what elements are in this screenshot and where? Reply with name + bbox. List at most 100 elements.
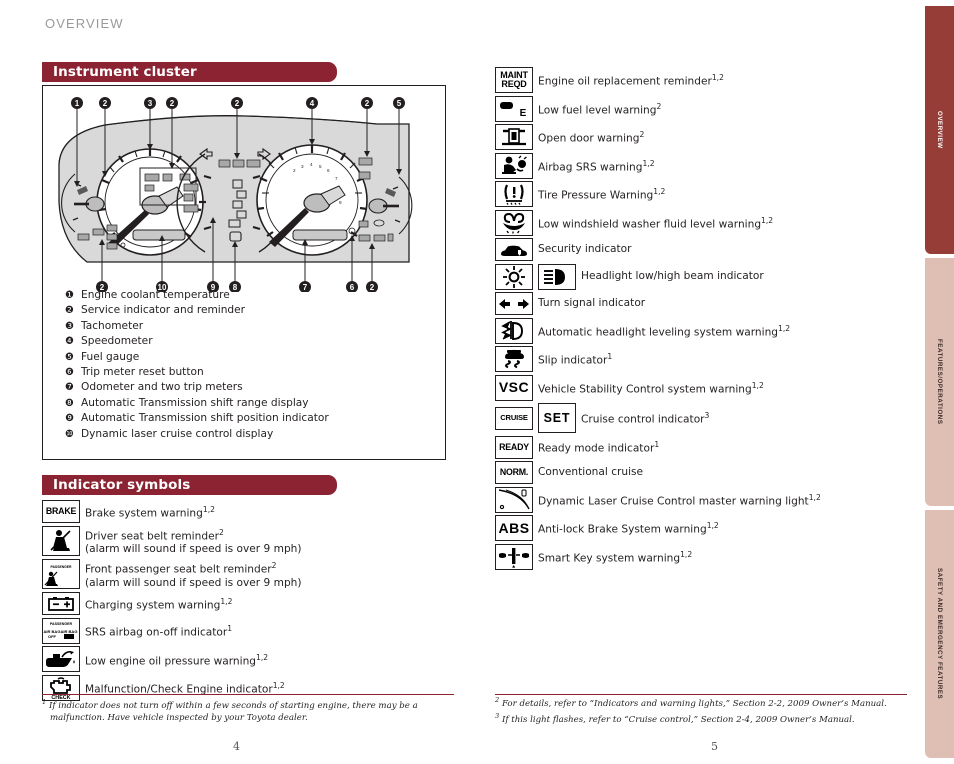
- legend-item: ❷ Service indicator and reminder: [65, 303, 329, 318]
- maint-reqd-icon-text: MAINT REQD: [500, 69, 528, 89]
- indicator-label: Brake system warning1,2: [85, 503, 215, 521]
- indicator-label: Engine oil replacement reminder1,2: [538, 71, 724, 89]
- svg-text:2: 2: [235, 99, 240, 108]
- indicator-footnote-ref: 1,2: [778, 323, 791, 333]
- abs-warning-icon: ABS: [495, 515, 533, 541]
- indicator-footnote-ref: 2: [218, 527, 224, 537]
- legend-text: Automatic Transmission shift range displ…: [81, 396, 309, 409]
- indicator-row: Dynamic Laser Cruise Control master warn…: [495, 486, 915, 513]
- indicator-label-text: Conventional cruise: [538, 465, 644, 478]
- indicator-label: Conventional cruise: [538, 466, 643, 479]
- maint-reqd-icon: MAINT REQD: [495, 67, 533, 93]
- indicator-footnote-ref: 1: [227, 624, 233, 633]
- indicator-footnote-ref: 1,2: [202, 504, 215, 514]
- svg-text:OFF: OFF: [48, 634, 57, 639]
- indicator-row: Low windshield washer fluid level warnin…: [495, 209, 915, 236]
- low-engine-oil-pressure-icon: [42, 646, 80, 673]
- right-page-column: MAINT REQD Engine oil replacement reminde…: [495, 62, 915, 572]
- smart-key-warning-icon: [495, 543, 533, 570]
- svg-text:2: 2: [370, 283, 375, 292]
- legend-item: ❻ Trip meter reset button: [65, 365, 329, 380]
- set-icon-text: SET: [543, 410, 571, 425]
- indicator-label-text: Slip indicator: [538, 354, 608, 367]
- indicator-row: Headlight low/high beam indicator: [495, 263, 915, 290]
- security-indicator-icon: [495, 238, 533, 261]
- indicator-label-note: (alarm will sound if speed is over 9 mph…: [85, 576, 302, 589]
- svg-text:6: 6: [350, 283, 355, 292]
- indicator-row: Tire Pressure Warning1,2: [495, 181, 915, 207]
- indicator-label-text: Low engine oil pressure warning: [85, 655, 257, 668]
- svg-text:PASSENGER: PASSENGER: [50, 622, 73, 626]
- indicator-label-note: (alarm will sound if speed is over 9 mph…: [85, 543, 302, 556]
- indicator-row: Slip indicator1: [495, 346, 915, 372]
- abs-icon-text: ABS: [498, 519, 530, 536]
- legend-item: ❹ Speedometer: [65, 334, 329, 349]
- indicator-row: E Low fuel level warning2: [495, 95, 915, 122]
- indicator-row: VSC Vehicle Stability Control system war…: [495, 374, 915, 401]
- indicator-label-text: Tire Pressure Warning: [538, 189, 654, 202]
- tire-pressure-warning-icon: [495, 181, 533, 207]
- svg-text:3: 3: [301, 164, 304, 169]
- indicator-row: ABS Anti-lock Brake System warning1,2: [495, 515, 915, 541]
- running-head: OVERVIEW: [45, 16, 124, 31]
- srs-airbag-on-off-icon: PASSENGER AIR BAG OFF AIR BAG: [42, 617, 80, 644]
- footnote-text: For details, refer to “Indicators and wa…: [501, 698, 887, 709]
- footnote-left: 1 If indicator does not turn off within …: [42, 696, 462, 725]
- page-number-left: 4: [233, 740, 240, 753]
- svg-text:2: 2: [293, 168, 296, 173]
- indicator-label: Front passenger seat belt reminder2 (ala…: [85, 559, 302, 590]
- indicator-label: Anti-lock Brake System warning1,2: [538, 519, 719, 537]
- legend-number: ❷: [65, 305, 74, 317]
- legend-text: Fuel gauge: [81, 350, 140, 363]
- footnote-right: 2 For details, refer to “Indicators and …: [495, 694, 915, 727]
- svg-text:E: E: [520, 108, 527, 119]
- indicator-footnote-ref: 2: [639, 130, 645, 140]
- side-tab-safety-emergency-features[interactable]: SAFETY AND EMERGENCY FEATURES: [925, 510, 954, 758]
- indicator-label-text: Airbag SRS warning: [538, 161, 643, 174]
- indicator-footnote-ref: 1,2: [680, 549, 693, 559]
- indicator-footnote-ref: 1,2: [711, 73, 724, 83]
- indicator-footnote-ref: 1: [607, 352, 613, 362]
- slip-indicator-icon: [495, 346, 533, 372]
- section-banner-instrument-cluster: Instrument cluster: [42, 62, 337, 82]
- indicator-row: Security indicator: [495, 238, 915, 261]
- indicator-label-text: Engine oil replacement reminder: [538, 75, 712, 88]
- indicator-label-text: Cruise control indicator: [581, 413, 705, 426]
- indicator-label: Ready mode indicator1: [538, 438, 659, 456]
- conventional-cruise-icon: NORM.: [495, 461, 533, 484]
- indicator-label-text: Ready mode indicator: [538, 442, 655, 455]
- indicator-footnote-ref: 1,2: [751, 380, 764, 390]
- indicator-row: MAINT REQD Engine oil replacement reminde…: [495, 67, 915, 93]
- indicator-label: Tire Pressure Warning1,2: [538, 185, 665, 203]
- cruise-indicator-icon: CRUISE: [495, 406, 533, 430]
- side-tab-features-operations[interactable]: FEATURES/OPERATIONS: [925, 258, 954, 506]
- headlight-low-beam-icon: [495, 263, 533, 290]
- svg-text:2: 2: [103, 99, 108, 108]
- indicator-label: Charging system warning1,2: [85, 595, 232, 613]
- indicator-footnote-ref: 1,2: [642, 158, 655, 168]
- indicator-label-text: Front passenger seat belt reminder: [85, 563, 272, 576]
- legend-item: ❿ Dynamic laser cruise control display: [65, 427, 329, 442]
- section-tab-rail: OVERVIEW FEATURES/OPERATIONS SAFETY AND …: [915, 0, 954, 764]
- indicator-footnote-ref: 1,2: [706, 521, 719, 531]
- indicator-footnote-ref: 1,2: [256, 652, 269, 662]
- side-tab-overview[interactable]: OVERVIEW: [925, 6, 954, 254]
- section-banner-indicator-symbols: Indicator symbols: [42, 475, 337, 495]
- footnote-text: If this light flashes, refer to “Cruise …: [501, 715, 855, 726]
- svg-text:2: 2: [365, 99, 370, 108]
- legend-number: ❺: [65, 351, 74, 363]
- legend-text: Dynamic laser cruise control display: [81, 427, 274, 440]
- indicator-row: PASSENGER Front passenger seat belt remi…: [42, 559, 454, 590]
- legend-text: Odometer and two trip meters: [81, 381, 243, 394]
- indicator-row: Charging system warning1,2: [42, 592, 454, 616]
- legend-number: ❹: [65, 336, 74, 348]
- auto-headlight-leveling-icon: [495, 317, 533, 344]
- indicator-row: Smart Key system warning1,2: [495, 543, 915, 570]
- low-fuel-level-icon: E: [495, 95, 533, 122]
- indicator-footnote-ref: 1,2: [761, 215, 774, 225]
- legend-number: ❿: [65, 428, 74, 440]
- instrument-cluster-figure: 23 45 67 89: [42, 85, 446, 460]
- instrument-cluster-diagram: 23 45 67 89: [58, 97, 413, 292]
- indicator-label-text: Turn signal indicator: [538, 296, 646, 309]
- indicator-label-text: Low fuel level warning: [538, 104, 657, 117]
